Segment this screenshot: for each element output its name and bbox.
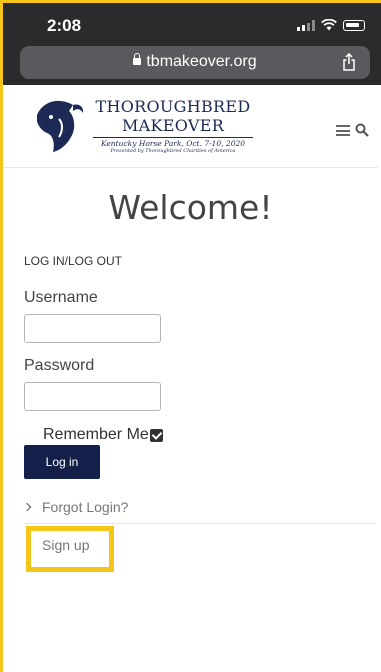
wifi-icon [321,19,337,31]
password-label: Password [24,357,95,374]
checkbox-checked-icon[interactable] [149,428,163,442]
browser-chrome: 2:08 tbmakeover.org [3,3,381,85]
status-icons [297,19,365,31]
brand-event: Kentucky Horse Park, Oct. 7-10, 2020 [100,139,246,148]
header-divider [3,167,378,168]
url-bar[interactable]: tbmakeover.org [20,46,370,79]
login-button[interactable]: Log in [24,445,100,479]
brand-rule [93,137,253,138]
lock-icon [133,53,142,65]
forgot-login-label: Forgot Login? [42,499,129,515]
url-text: tbmakeover.org [146,53,257,70]
highlight-box [26,526,114,572]
brand-line1: THOROUGHBRED [95,97,251,116]
remember-label: Remember Me [43,426,149,443]
brand-presenter: Presented by Thoroughbred Charities of A… [110,148,236,154]
battery-icon [343,19,365,31]
menu-icon[interactable] [336,125,350,136]
share-icon[interactable] [342,53,356,71]
chevron-right-icon [22,502,32,512]
remember-me[interactable]: Remember Me [43,426,163,444]
status-time: 2:08 [47,16,82,35]
brand-line2: MAKEOVER [121,116,225,135]
page-title: Welcome! [108,188,273,227]
username-input[interactable] [24,314,161,343]
site-header: THOROUGHBRED MAKEOVER Kentucky Horse Par… [3,85,381,165]
link-divider [24,523,376,524]
section-heading: LOG IN/LOG OUT [24,254,123,268]
signal-icon [297,19,315,31]
brand-title: THOROUGHBRED MAKEOVER [89,97,257,135]
username-label: Username [24,289,98,306]
password-input[interactable] [24,382,161,411]
search-icon[interactable] [355,123,369,137]
forgot-login-link[interactable]: Forgot Login? [22,499,129,515]
horse-logo[interactable] [29,95,89,155]
